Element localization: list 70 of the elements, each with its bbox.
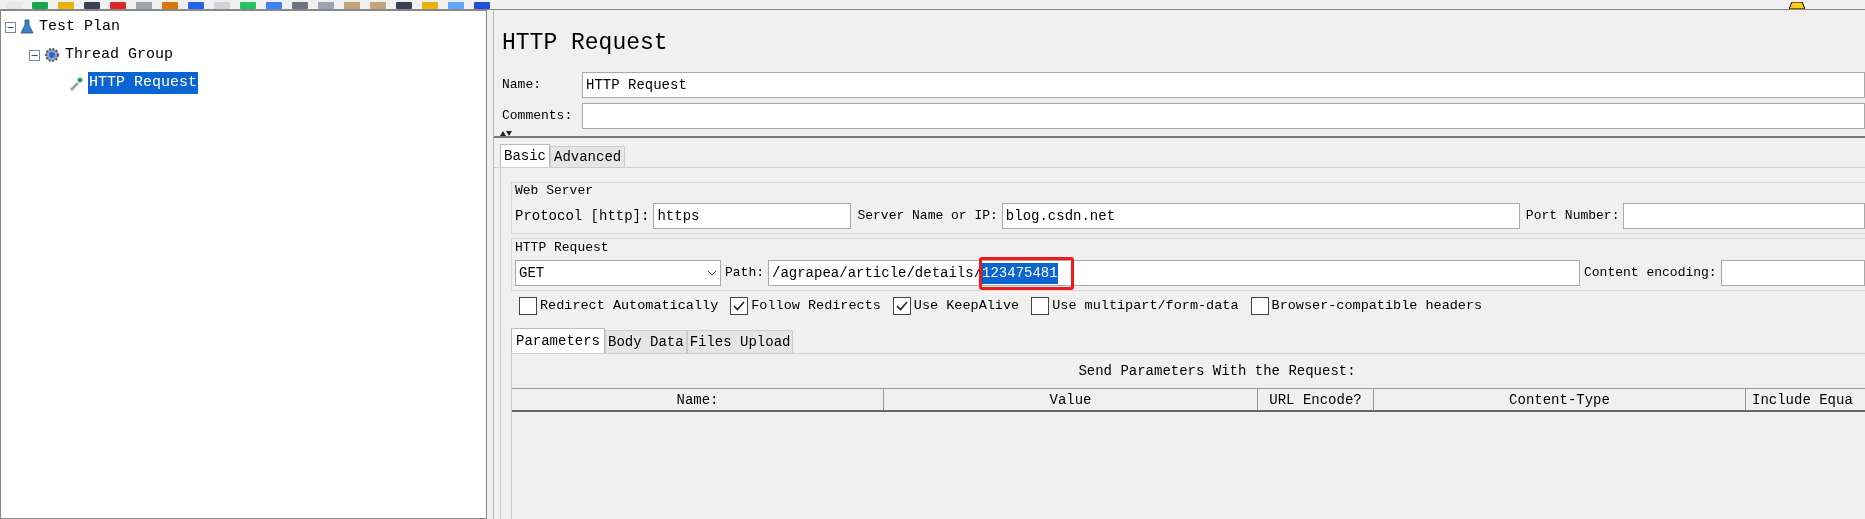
toolbar-icon[interactable] [32, 2, 48, 9]
checkbox[interactable] [519, 297, 537, 315]
checkbox-label: Use multipart/form-data [1052, 296, 1239, 315]
tab[interactable]: Basic [500, 144, 550, 167]
panel-title: HTTP Request [501, 29, 669, 58]
collapse-icon[interactable] [29, 49, 40, 61]
flask-icon [20, 19, 34, 35]
toolbar-icon[interactable] [448, 2, 464, 9]
tree-item[interactable]: Thread Group [64, 44, 175, 66]
field-label: Path: [725, 264, 764, 283]
field-label: Server Name or IP: [857, 207, 998, 226]
toolbar-icon[interactable] [240, 2, 256, 9]
column-header[interactable]: Value [884, 388, 1258, 410]
method-dropdown[interactable]: GET [515, 260, 721, 286]
toolbar-icon[interactable] [370, 2, 386, 9]
selected-text: 123475481 [982, 262, 1058, 284]
field-label: Protocol [http]: [515, 206, 650, 226]
encoding-field[interactable] [1720, 260, 1865, 286]
checked-checkbox[interactable] [892, 297, 911, 315]
collapse-icon[interactable] [5, 21, 16, 33]
toolbar-icon[interactable] [474, 2, 490, 9]
toolbar-icon[interactable] [188, 2, 204, 9]
column-header[interactable]: Include Equa [1746, 388, 1865, 410]
checkbox[interactable] [1031, 297, 1050, 315]
group-title: Web Server [515, 182, 594, 200]
toolbar-icon[interactable] [266, 2, 282, 9]
chevron-down-icon [707, 270, 717, 276]
column-header[interactable]: URL Encode? [1258, 388, 1374, 410]
checkbox-label: Redirect Automatically [540, 296, 719, 315]
toolbar-icon[interactable] [292, 2, 308, 9]
pipette-icon [68, 75, 84, 91]
server-field[interactable]: blog.csdn.net [1001, 203, 1520, 229]
toolbar-icon[interactable] [58, 2, 74, 9]
toolbar-icon[interactable] [84, 2, 100, 9]
checkbox-label: Follow Redirects [751, 296, 881, 315]
checkbox-label: Browser-compatible headers [1271, 296, 1483, 315]
checkbox-label: Use KeepAlive [913, 296, 1020, 315]
tab[interactable]: Parameters [511, 328, 605, 353]
field-label: Content encoding: [1584, 264, 1717, 283]
column-header[interactable]: Name: [512, 388, 884, 410]
path-text: /agrapea/article/details/ [772, 263, 983, 283]
protocol-field[interactable]: https [653, 203, 852, 229]
split-arrows-icon[interactable] [500, 131, 512, 136]
toolbar-icon[interactable] [162, 2, 178, 9]
tab[interactable]: Files Upload [686, 330, 794, 353]
toolbar-icon[interactable] [136, 2, 152, 9]
tree-item[interactable]: HTTP Request [88, 72, 199, 94]
toolbar-icon[interactable] [344, 2, 360, 9]
field-label: Name: [502, 76, 542, 95]
gear-icon [44, 47, 60, 63]
tab[interactable]: Body Data [605, 330, 687, 353]
warning-icon [1789, 2, 1805, 9]
checked-checkbox[interactable] [730, 297, 749, 315]
toolbar-icon[interactable] [422, 2, 438, 9]
tab[interactable]: Advanced [550, 146, 626, 167]
group-title: HTTP Request [515, 239, 610, 257]
field-label: Comments: [502, 107, 574, 126]
port-field[interactable] [1623, 203, 1865, 229]
name-field[interactable]: HTTP Request [582, 72, 1865, 98]
toolbar-icon[interactable] [318, 2, 334, 9]
toolbar-icon[interactable] [110, 2, 126, 9]
table-caption: Send Parameters With the Request: [1077, 362, 1357, 381]
checkbox[interactable] [1250, 297, 1269, 315]
toolbar-icon[interactable] [214, 2, 230, 9]
field-label: Port Number: [1525, 207, 1620, 226]
tree-item[interactable]: Test Plan [38, 16, 121, 38]
toolbar-icon[interactable] [6, 2, 22, 9]
toolbar-icon[interactable] [396, 2, 412, 9]
column-header[interactable]: Content-Type [1374, 388, 1746, 410]
comments-field[interactable] [582, 103, 1865, 129]
